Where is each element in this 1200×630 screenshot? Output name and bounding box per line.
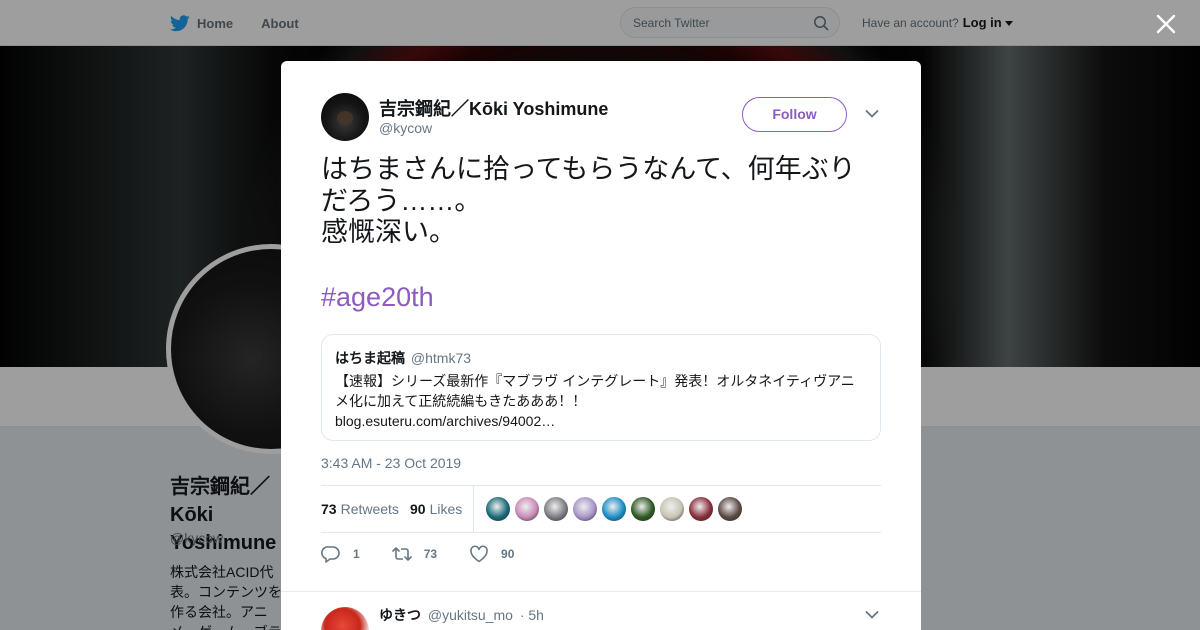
like-button[interactable]: 90 xyxy=(469,545,514,563)
reply-header: ゆきつ @yukitsu_mo · 5h xyxy=(379,605,544,625)
hashtag-link[interactable]: #age20th xyxy=(321,282,434,313)
retweet-count: 73 xyxy=(423,547,438,561)
liker-avatar[interactable] xyxy=(718,497,742,521)
like-count: 90 xyxy=(501,547,515,561)
reply-tweet[interactable]: ゆきつ @yukitsu_mo · 5h xyxy=(281,591,921,630)
quoted-tweet[interactable]: はちま起稿 @htmk73 【速報】シリーズ最新作『マブラヴ インテグレート』発… xyxy=(321,334,881,441)
tweet-text: はちまさんに拾ってもらうなんて、何年ぶりだろう……。 感慨深い。 xyxy=(321,154,856,247)
liker-avatar[interactable] xyxy=(602,497,626,521)
liker-avatar[interactable] xyxy=(544,497,568,521)
liker-avatar[interactable] xyxy=(573,497,597,521)
close-icon[interactable] xyxy=(1155,13,1177,35)
tweet-modal: 吉宗鋼紀／Kōki Yoshimune @kycow Follow はちまさんに… xyxy=(281,61,921,630)
liker-avatar[interactable] xyxy=(689,497,713,521)
author-avatar[interactable] xyxy=(321,93,369,141)
stats-divider xyxy=(473,486,474,532)
author-name[interactable]: 吉宗鋼紀／Kōki Yoshimune xyxy=(379,95,608,121)
retweets-count: 73 xyxy=(321,501,337,517)
retweet-icon xyxy=(391,547,412,561)
follow-button[interactable]: Follow xyxy=(742,97,847,132)
quote-link[interactable]: blog.esuteru.com/archives/94002… xyxy=(335,411,867,431)
liker-avatar[interactable] xyxy=(515,497,539,521)
reply-icon xyxy=(321,546,340,563)
reply-author-handle[interactable]: @yukitsu_mo xyxy=(428,607,513,623)
liker-avatars xyxy=(486,497,747,521)
reply-count: 1 xyxy=(353,547,360,561)
reply-time[interactable]: · 5h xyxy=(520,607,544,623)
author-handle[interactable]: @kycow xyxy=(379,120,432,136)
likes-count: 90 xyxy=(410,501,426,517)
retweets-label: Retweets xyxy=(340,501,399,517)
reply-author-name[interactable]: ゆきつ xyxy=(379,607,421,623)
chevron-down-icon[interactable] xyxy=(865,109,879,119)
reply-button[interactable]: 1 xyxy=(321,545,360,563)
liker-avatar[interactable] xyxy=(660,497,684,521)
likes-stat[interactable]: 90 Likes xyxy=(410,501,462,517)
tweet-actions: 1 73 90 xyxy=(321,541,546,567)
quote-text: 【速報】シリーズ最新作『マブラヴ インテグレート』発表！オルタネイティヴアニメ化… xyxy=(335,373,855,409)
chevron-down-icon[interactable] xyxy=(865,610,879,620)
likes-label: Likes xyxy=(429,501,463,517)
tweet-stats: 73 Retweets 90 Likes xyxy=(321,485,881,533)
tweet-timestamp[interactable]: 3:43 AM - 23 Oct 2019 xyxy=(321,455,461,471)
quote-author-name: はちま起稿 xyxy=(335,350,405,366)
quote-author-handle: @htmk73 xyxy=(410,350,472,366)
retweet-button[interactable]: 73 xyxy=(391,545,438,563)
liker-avatar[interactable] xyxy=(631,497,655,521)
quote-header: はちま起稿 @htmk73 xyxy=(335,348,867,368)
reply-avatar[interactable] xyxy=(321,607,369,630)
liker-avatar[interactable] xyxy=(486,497,510,521)
retweets-stat[interactable]: 73 Retweets xyxy=(321,501,399,517)
heart-icon xyxy=(470,545,488,563)
